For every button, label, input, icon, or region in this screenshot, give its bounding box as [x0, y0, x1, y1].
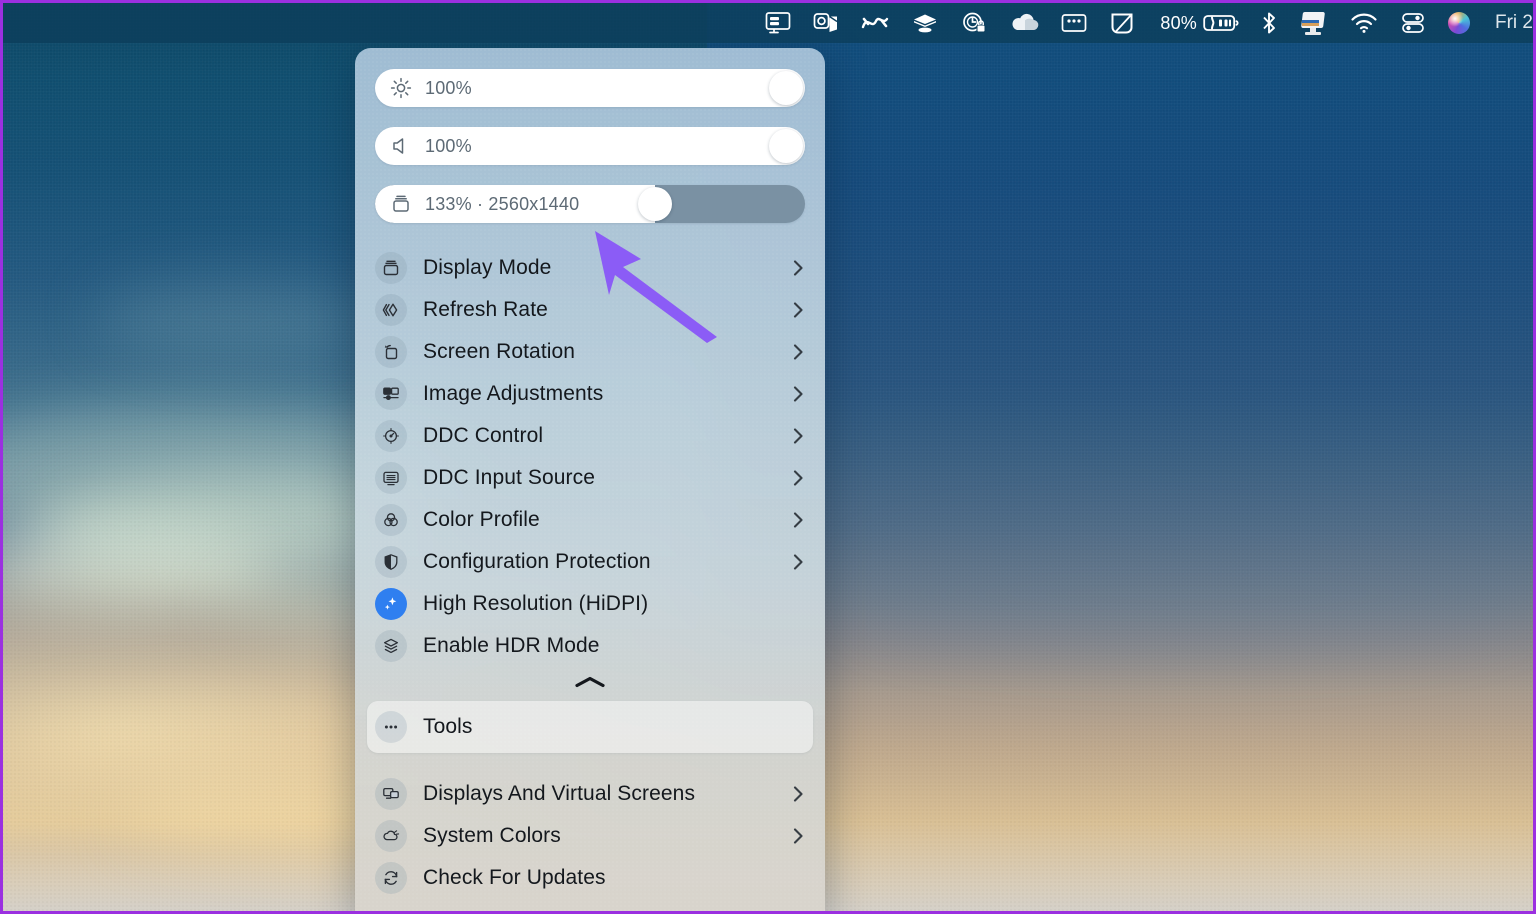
betterdisplay-dropdown-panel: 100% 100% 133% · 2560x1440 Display Mode …: [355, 48, 825, 911]
wifi-icon[interactable]: [1339, 3, 1389, 43]
chevron-right-icon: [792, 342, 805, 362]
volume-slider[interactable]: 100%: [375, 127, 805, 165]
onedrive-cloud-icon[interactable]: [998, 3, 1050, 43]
window-tiling-icon[interactable]: [1050, 3, 1098, 43]
hdr-mode-icon: [375, 630, 407, 662]
menu-item-refresh-rate[interactable]: Refresh Rate: [355, 289, 825, 331]
dropbox-icon[interactable]: [900, 3, 950, 43]
menu-item-label: Refresh Rate: [423, 298, 548, 321]
brightness-slider-knob[interactable]: [769, 71, 803, 105]
menu-item-label: Enable HDR Mode: [423, 634, 600, 657]
volume-value: 100%: [425, 135, 472, 156]
menu-item-label: Screen Rotation: [423, 340, 576, 363]
image-adjustments-icon: [375, 378, 407, 410]
resolution-icon: [388, 193, 414, 215]
battery-status[interactable]: 80%: [1146, 12, 1249, 34]
menu-item-label: Image Adjustments: [423, 382, 604, 405]
ellipsis-icon: [375, 711, 407, 743]
menubar-clock[interactable]: Fri 2: [1481, 12, 1533, 34]
primary-menu-list: Display Mode Refresh Rate Screen Rotatio…: [355, 243, 825, 667]
menu-item-tools[interactable]: Tools: [367, 701, 813, 753]
screenshot-frame: 80% Fri 2 100% 100% 133% · 2560x1440 Dis…: [0, 0, 1536, 914]
bluetooth-icon[interactable]: [1249, 3, 1289, 43]
ddc-control-icon: [375, 420, 407, 452]
menu-item-label: Check For Updates: [423, 866, 606, 889]
high-resolution-icon: [375, 588, 407, 620]
betterdisplay-app-icon[interactable]: [1289, 3, 1339, 43]
menu-item-label: System Colors: [423, 824, 561, 847]
screen-rotation-icon: [375, 336, 407, 368]
chevron-right-icon: [792, 384, 805, 404]
menu-item-label: High Resolution (HiDPI): [423, 592, 649, 615]
color-profile-icon: [375, 504, 407, 536]
battery-percent-label: 80%: [1160, 12, 1197, 33]
battery-charging-icon: [1203, 15, 1239, 31]
menu-item-ddc-control[interactable]: DDC Control: [355, 415, 825, 457]
chevron-right-icon: [792, 510, 805, 530]
chevron-right-icon: [792, 552, 805, 572]
volume-icon: [388, 135, 414, 157]
menu-item-color-profile[interactable]: Color Profile: [355, 499, 825, 541]
ddc-input-source-icon: [375, 462, 407, 494]
menu-item-high-resolution[interactable]: High Resolution (HiDPI): [355, 583, 825, 625]
tools-section: Tools: [355, 701, 825, 753]
display-mode-icon: [375, 252, 407, 284]
menu-item-check-for-updates[interactable]: Check For Updates: [355, 857, 825, 899]
footer-menu-list: Displays And Virtual Screens System Colo…: [355, 769, 825, 899]
menu-item-label: Configuration Protection: [423, 550, 651, 573]
configuration-protection-icon: [375, 546, 407, 578]
menu-item-image-adjustments[interactable]: Image Adjustments: [355, 373, 825, 415]
resolution-slider[interactable]: 133% · 2560x1440: [375, 185, 805, 223]
menu-item-label: DDC Control: [423, 424, 544, 447]
control-center-icon[interactable]: [1389, 3, 1437, 43]
check-updates-icon: [375, 862, 407, 894]
menu-item-configuration-protection[interactable]: Configuration Protection: [355, 541, 825, 583]
menu-item-label: Tools: [423, 715, 473, 738]
time-lock-icon[interactable]: [950, 3, 998, 43]
chevron-right-icon: [792, 258, 805, 278]
menu-item-label: Display Mode: [423, 256, 552, 279]
slider-group: 100% 100% 133% · 2560x1440: [355, 48, 825, 223]
volume-slider-knob[interactable]: [769, 129, 803, 163]
brightness-slider[interactable]: 100%: [375, 69, 805, 107]
outlook-icon[interactable]: [802, 3, 850, 43]
menu-item-ddc-input-source[interactable]: DDC Input Source: [355, 457, 825, 499]
menu-item-label: Color Profile: [423, 508, 540, 531]
chevron-right-icon: [792, 468, 805, 488]
chevron-up-icon: [573, 675, 607, 694]
menu-item-display-mode[interactable]: Display Mode: [355, 247, 825, 289]
menu-item-enable-hdr-mode[interactable]: Enable HDR Mode: [355, 625, 825, 667]
shape-icon[interactable]: [1098, 3, 1146, 43]
menu-bar: 80% Fri 2: [3, 3, 1533, 43]
chevron-right-icon: [792, 426, 805, 446]
chevron-right-icon: [792, 300, 805, 320]
menu-item-label: DDC Input Source: [423, 466, 596, 489]
brightness-value: 100%: [425, 77, 472, 98]
menu-item-screen-rotation[interactable]: Screen Rotation: [355, 331, 825, 373]
chevron-right-icon: [792, 826, 805, 846]
system-colors-icon: [375, 820, 407, 852]
brightness-icon: [388, 77, 414, 99]
menu-item-system-colors[interactable]: System Colors: [355, 815, 825, 857]
siri-icon[interactable]: [1437, 3, 1481, 43]
stats-icon[interactable]: [850, 3, 900, 43]
collapse-section-button[interactable]: [355, 667, 825, 701]
chevron-right-icon: [792, 784, 805, 804]
menu-item-label: Displays And Virtual Screens: [423, 782, 696, 805]
refresh-rate-icon: [375, 294, 407, 326]
resolution-slider-knob[interactable]: [637, 187, 672, 221]
resolution-value: 133% · 2560x1440: [425, 193, 580, 214]
displays-virtual-screens-icon: [375, 778, 407, 810]
screen-sharing-icon[interactable]: [754, 3, 802, 43]
menu-item-displays-and-virtual-screens[interactable]: Displays And Virtual Screens: [355, 773, 825, 815]
